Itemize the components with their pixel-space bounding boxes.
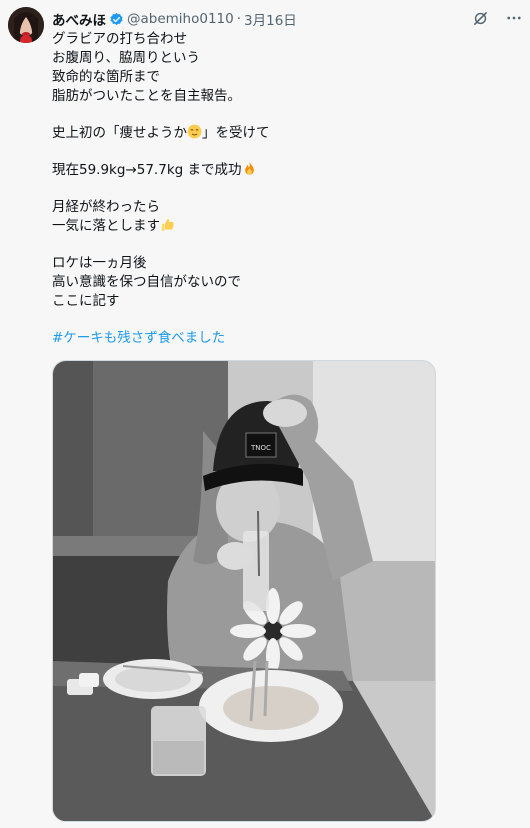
tweet-line: 脂肪がついたことを自主報告。: [52, 88, 241, 104]
tweet-line: 一気に落とします: [52, 217, 512, 236]
relieved-face-emoji: [187, 124, 202, 145]
hashtag-link[interactable]: #ケーキも残さず食べました: [52, 329, 512, 348]
tweet-line: 現在59.9kg→57.7kg まで成功: [52, 161, 512, 180]
tweet-line: 史上初の「痩せようか 」を受けて: [52, 124, 512, 143]
tweet-header: あべみほ @abemiho0110 · 3月16日: [52, 9, 520, 29]
tweet-line: 月経が終わったら: [52, 199, 160, 215]
grok-icon[interactable]: [470, 8, 490, 28]
tweet-line: 致命的な箇所まで: [52, 69, 160, 85]
tweet-date[interactable]: 3月16日: [244, 9, 297, 29]
tweet-line-text: 現在59.9kg→57.7kg まで成功: [52, 162, 242, 178]
tweet-photo[interactable]: TNOC: [52, 360, 436, 822]
verified-badge-icon: [109, 12, 124, 27]
tweet-line: ここに記す: [52, 293, 120, 309]
tweet-line-text: 史上初の「痩せようか: [52, 125, 187, 141]
tweet-line-text: 」を受けて: [202, 125, 270, 141]
user-handle[interactable]: @abemiho0110: [127, 11, 234, 27]
tweet-line-text: 一気に落とします: [52, 218, 160, 234]
tweet-line: グラビアの打ち合わせ: [52, 31, 187, 47]
display-name[interactable]: あべみほ: [52, 9, 106, 29]
tweet-line: ロケは一ヵ月後: [52, 255, 147, 271]
separator-dot: ·: [236, 11, 242, 27]
avatar[interactable]: [8, 7, 44, 43]
tweet-line: 高い意識を保つ自信がないので: [52, 274, 241, 290]
more-icon[interactable]: [504, 8, 524, 28]
tweet-line: お腹周り、脇周りという: [52, 50, 200, 66]
tweet-text: グラビアの打ち合わせ お腹周り、脇周りという 致命的な箇所まで 脂肪がついたこと…: [52, 30, 512, 348]
thumbs-up-emoji: [160, 217, 175, 238]
fire-emoji: [242, 161, 257, 182]
cap-logo-text: TNOC: [250, 444, 271, 452]
